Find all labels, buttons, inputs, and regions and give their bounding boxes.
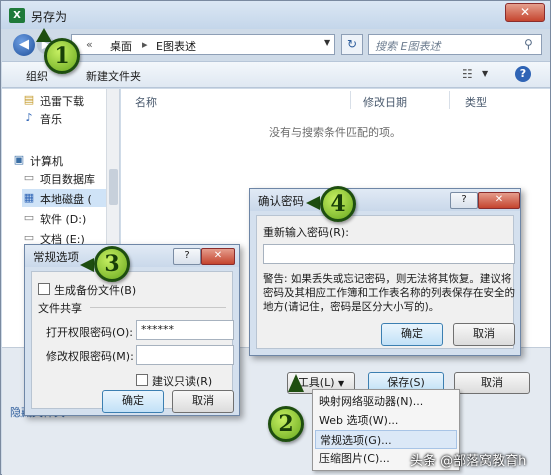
chevron-down-icon[interactable]: ▼ <box>482 69 488 78</box>
chevron-down-icon: ▼ <box>338 379 345 388</box>
cancel-button[interactable]: 取消 <box>172 390 234 413</box>
title-bar: X 另存为 ✕ <box>1 1 550 29</box>
address-bar[interactable]: « 桌面 ▸ E图表述 ▼ <box>71 34 335 55</box>
empty-message: 没有与搜索条件匹配的项。 <box>269 126 401 139</box>
open-password-input[interactable]: ****** <box>136 320 234 340</box>
back-button[interactable]: ◀ <box>13 34 35 56</box>
help-button[interactable]: ? <box>173 248 201 265</box>
breadcrumb-folder[interactable]: E图表述 <box>156 38 196 54</box>
callout-pointer <box>306 196 320 210</box>
help-icon[interactable]: ? <box>515 66 531 82</box>
column-header-type[interactable]: 类型 <box>465 94 487 110</box>
drive-icon: ▭ <box>23 211 35 224</box>
callout-badge-2: 2 <box>268 406 304 442</box>
modify-password-input[interactable] <box>136 345 234 365</box>
nav-item-label: 项目数据库 <box>40 173 95 186</box>
cancel-button[interactable]: 取消 <box>453 323 515 346</box>
callout-pointer <box>80 258 94 272</box>
callout-badge-3: 3 <box>94 246 130 282</box>
column-divider <box>449 91 450 109</box>
nav-item-computer[interactable]: ▣ 计算机 <box>12 151 116 169</box>
menu-item-map-network-drive[interactable]: 映射网络驱动器(N)... <box>315 392 457 411</box>
dialog-title-bar: 常规选项 ? ✕ <box>25 245 239 267</box>
ok-button[interactable]: 确定 <box>381 323 443 346</box>
nav-item-label: 音乐 <box>40 113 62 126</box>
search-icon: ⚲ <box>524 37 533 51</box>
menu-item-web-options[interactable]: Web 选项(W)... <box>315 411 457 430</box>
dialog-title: 确认密码 <box>258 194 304 208</box>
excel-icon: X <box>9 8 25 23</box>
password-warning: 警告: 如果丢失或忘记密码，则无法将其恢复。建议将密码及其相应工作簿和工作表名称… <box>263 273 515 313</box>
backup-label: 生成备份文件(B) <box>54 284 137 297</box>
breadcrumb-overflow[interactable]: « <box>86 38 93 51</box>
help-button[interactable]: ? <box>450 192 478 209</box>
confirm-password-dialog: 确认密码 ? ✕ 重新输入密码(R): 警告: 如果丢失或忘记密码，则无法将其恢… <box>249 188 521 356</box>
dialog-body: 重新输入密码(R): 警告: 如果丢失或忘记密码，则无法将其恢复。建议将密码及其… <box>256 215 515 349</box>
reenter-password-label: 重新输入密码(R): <box>263 226 349 239</box>
music-icon: ♪ <box>25 111 33 124</box>
file-sharing-heading: 文件共享 <box>38 302 82 315</box>
ok-button[interactable]: 确定 <box>102 390 164 413</box>
drive-icon: ▭ <box>23 231 35 244</box>
column-divider <box>350 91 351 109</box>
view-icon[interactable]: ☷ <box>462 67 473 81</box>
modify-password-label: 修改权限密码(M): <box>46 350 134 363</box>
cancel-button[interactable]: 取消 <box>454 372 530 394</box>
nav-item-label: 软件 (D:) <box>40 213 87 226</box>
toolbar: 组织 新建文件夹 ☷ ▼ ? <box>2 61 550 88</box>
organize-button[interactable]: 组织 <box>26 68 48 84</box>
download-folder-icon: ▤ <box>23 93 35 106</box>
chevron-down-icon[interactable]: ▼ <box>324 38 330 47</box>
callout-badge-4: 4 <box>320 186 356 222</box>
watermark: 头条 @部落窝教育h <box>410 454 527 469</box>
breadcrumb-desktop[interactable]: 桌面 <box>110 38 132 54</box>
search-input[interactable]: 搜索 E图表述 ⚲ <box>368 34 542 55</box>
divider <box>90 307 226 308</box>
close-button[interactable]: ✕ <box>201 248 235 265</box>
window-title: 另存为 <box>31 10 68 24</box>
callout-pointer <box>36 28 52 42</box>
checkbox-box[interactable] <box>38 283 50 295</box>
open-password-label: 打开权限密码(O): <box>46 326 133 339</box>
read-only-label: 建议只读(R) <box>152 375 213 388</box>
nav-item-label: 本地磁盘 ( <box>40 193 92 206</box>
drive-icon: ▭ <box>23 171 35 184</box>
computer-icon: ▣ <box>13 153 25 166</box>
dialog-body: 生成备份文件(B) 文件共享 打开权限密码(O): ****** 修改权限密码(… <box>31 271 234 413</box>
close-button[interactable]: ✕ <box>478 192 520 209</box>
checkbox-box[interactable] <box>136 374 148 386</box>
general-options-dialog: 常规选项 ? ✕ 生成备份文件(B) 文件共享 打开权限密码(O): *****… <box>24 244 240 416</box>
nav-item-label: 迅雷下载 <box>40 95 84 108</box>
chevron-right-icon: ▸ <box>142 38 148 51</box>
dialog-title: 常规选项 <box>33 250 79 264</box>
callout-pointer <box>288 374 304 392</box>
dialog-title-bar: 确认密码 ? ✕ <box>250 189 520 211</box>
column-header-date[interactable]: 修改日期 <box>363 94 407 110</box>
disk-icon: ▦ <box>23 191 35 204</box>
callout-badge-1: 1 <box>44 38 80 74</box>
refresh-button[interactable]: ↻ <box>341 34 363 55</box>
column-header-name[interactable]: 名称 <box>135 94 157 110</box>
nav-item-label: 计算机 <box>30 155 63 168</box>
scroll-thumb[interactable] <box>109 169 118 205</box>
new-folder-button[interactable]: 新建文件夹 <box>86 68 141 84</box>
close-button[interactable]: ✕ <box>505 3 545 22</box>
reenter-password-input[interactable] <box>263 244 515 264</box>
search-placeholder: 搜索 E图表述 <box>375 40 441 53</box>
menu-item-general-options[interactable]: 常规选项(G)... <box>315 430 457 449</box>
